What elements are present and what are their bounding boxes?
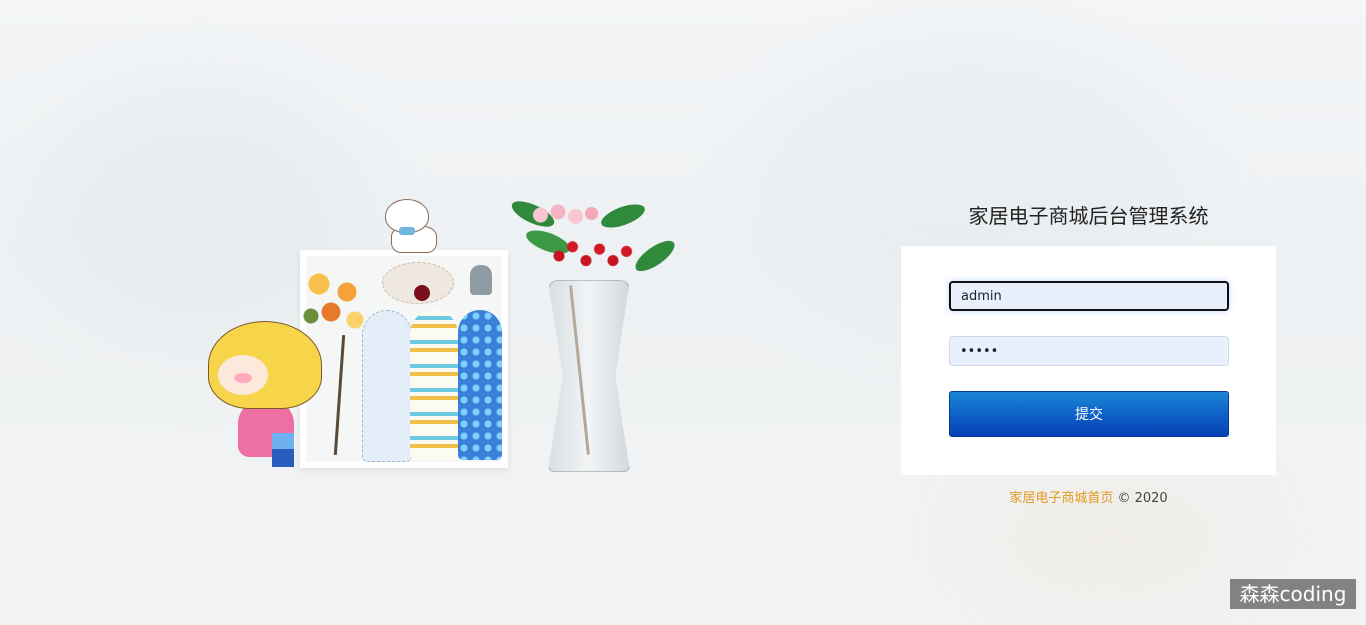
password-input[interactable] — [949, 336, 1229, 366]
towel-image — [410, 310, 458, 460]
towel-image — [362, 310, 412, 462]
cat-bow — [399, 227, 415, 235]
leaf — [598, 199, 648, 233]
glass-vase-image — [548, 280, 630, 472]
footer: 家居电子商城首页 © 2020 — [901, 487, 1276, 506]
copyright-text: © 2020 — [1113, 491, 1168, 506]
red-berries — [550, 233, 640, 279]
toy-block — [272, 449, 294, 467]
cherry-image — [414, 285, 430, 301]
watermark: 森森coding — [1230, 579, 1356, 609]
figurine-image — [470, 265, 492, 295]
login-form: 提交 — [901, 246, 1276, 475]
cat-doodle — [383, 193, 439, 253]
toy-block — [272, 433, 294, 449]
page-title: 家居电子商城后台管理系统 — [968, 204, 1209, 228]
towel-image — [458, 310, 502, 460]
submit-button[interactable]: 提交 — [949, 391, 1229, 437]
decorative-illustration — [180, 185, 700, 485]
girl-cheek — [234, 373, 252, 383]
username-input[interactable] — [949, 281, 1229, 311]
girl-doodle — [198, 315, 322, 467]
home-link[interactable]: 家居电子商城首页 — [1009, 491, 1113, 506]
pink-blooms — [530, 200, 600, 230]
